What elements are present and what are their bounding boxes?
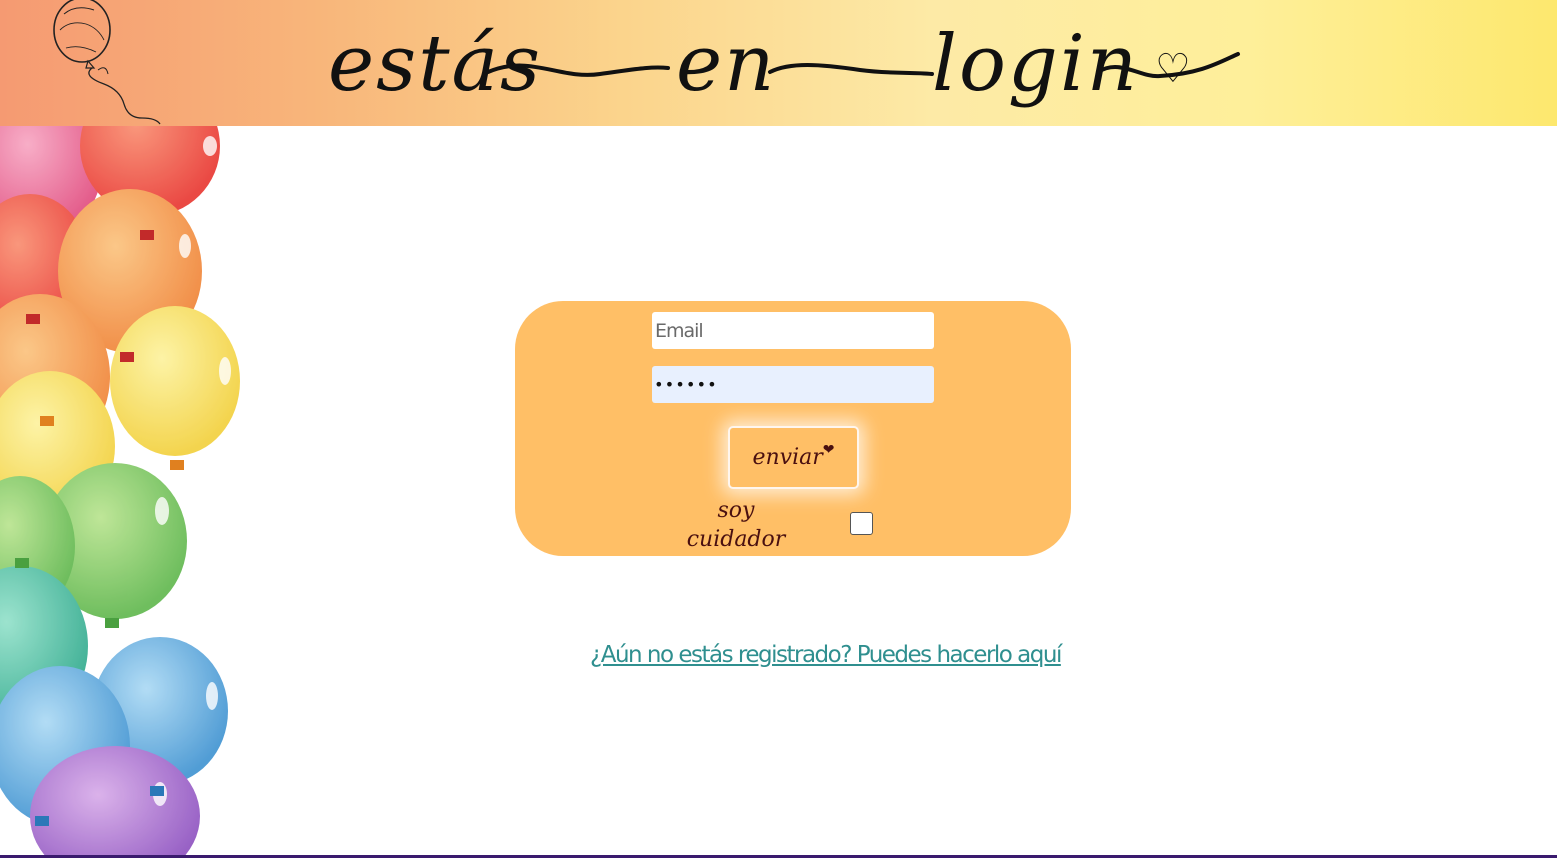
header-banner: estás en login ♡: [0, 0, 1557, 126]
title-word-1: estás: [328, 19, 542, 109]
submit-button-label: enviar: [752, 445, 823, 470]
password-field[interactable]: ••••••: [652, 366, 934, 403]
balloon-sketch-icon: [53, 0, 161, 125]
caregiver-label: soy cuidador: [686, 498, 786, 552]
caregiver-checkbox[interactable]: [850, 512, 873, 535]
page-title: estás en login ♡: [328, 19, 1240, 109]
title-word-3: login: [932, 19, 1139, 109]
submit-button[interactable]: enviar ❤: [728, 426, 859, 489]
login-form: •••••• enviar❤ soy cuidador: [515, 301, 1071, 556]
heart-icon: ♡: [1155, 46, 1191, 92]
balloons-decoration: [0, 126, 240, 858]
register-link[interactable]: ¿Aún no estás registrado? Puedes hacerlo…: [590, 642, 1062, 668]
title-word-2: en: [676, 19, 776, 109]
email-field[interactable]: [652, 312, 934, 349]
heart-icon: ❤: [822, 441, 835, 458]
